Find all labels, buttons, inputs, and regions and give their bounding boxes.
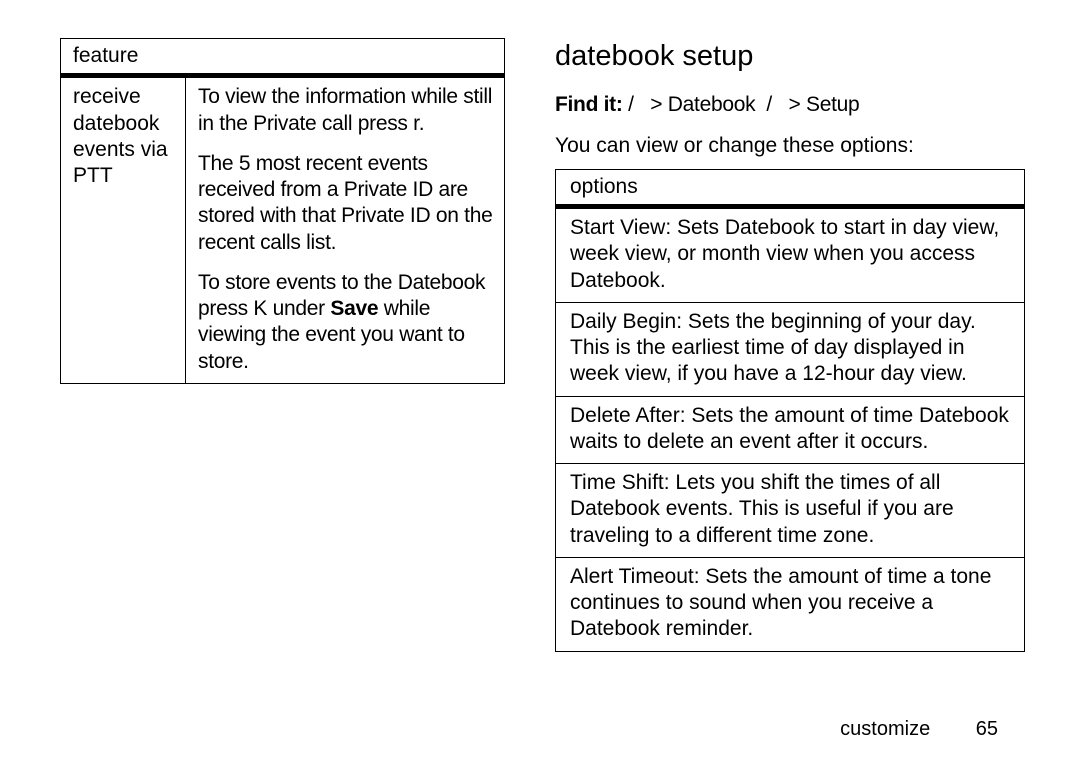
find-sep: > [650, 93, 662, 116]
option-row: Time Shift: Lets you shift the times of … [556, 464, 1025, 558]
options-table-header-row: options [556, 169, 1025, 206]
text: under [267, 297, 330, 320]
feature-table-header: feature [61, 39, 505, 76]
section-title: datebook setup [555, 38, 1025, 74]
option-row: Start View: Sets Datebook to start in da… [556, 207, 1025, 303]
option-cell: Delete After: Sets the amount of time Da… [556, 396, 1025, 464]
feature-desc-cell: To view the information while still in t… [186, 76, 505, 384]
find-item: Setup [806, 93, 859, 116]
find-item: Datebook [668, 93, 756, 116]
page: feature receive datebook events via PTT … [0, 0, 1080, 766]
option-name: Delete After [570, 404, 680, 427]
option-row: Delete After: Sets the amount of time Da… [556, 396, 1025, 464]
option-cell: Daily Begin: Sets the beginning of your … [556, 302, 1025, 396]
option-row: Alert Timeout: Sets the amount of time a… [556, 557, 1025, 651]
options-table-header: options [556, 169, 1025, 206]
find-it-label: Find it: [555, 93, 623, 116]
feature-table-row: receive datebook events via PTT To view … [61, 76, 505, 384]
options-intro: You can view or change these options: [555, 133, 1025, 159]
left-column: feature receive datebook events via PTT … [60, 38, 505, 746]
feature-table: feature receive datebook events via PTT … [60, 38, 505, 384]
footer-section-label: customize [840, 718, 930, 740]
footer-page-number: 65 [976, 718, 998, 740]
option-cell: Alert Timeout: Sets the amount of time a… [556, 557, 1025, 651]
right-column: datebook setup Find it: / > Datebook / >… [555, 38, 1025, 746]
feature-para-2: The 5 most recent events received from a… [198, 151, 494, 256]
option-row: Daily Begin: Sets the beginning of your … [556, 302, 1025, 396]
key-glyph: K [253, 297, 267, 320]
feature-table-header-row: feature [61, 39, 505, 76]
option-name: Daily Begin [570, 310, 676, 333]
feature-para-1: To view the information while still in t… [198, 84, 494, 137]
options-table: options Start View: Sets Datebook to sta… [555, 169, 1025, 652]
feature-name-cell: receive datebook events via PTT [61, 76, 186, 384]
option-cell: Start View: Sets Datebook to start in da… [556, 207, 1025, 303]
feature-para-3: To store events to the Datebook press K … [198, 270, 494, 375]
find-it-path: Find it: / > Datebook / > Setup [555, 92, 1025, 118]
option-cell: Time Shift: Lets you shift the times of … [556, 464, 1025, 558]
find-sep: > [789, 93, 801, 116]
option-name: Alert Timeout [570, 565, 694, 588]
save-label: Save [330, 297, 378, 320]
text: To view the information while still in t… [198, 85, 492, 134]
option-name: Start View [570, 216, 665, 239]
page-footer: customize 65 [840, 717, 998, 742]
text: . [419, 112, 425, 135]
menu-icon: / [766, 93, 772, 116]
option-name: Time Shift [570, 471, 664, 494]
menu-icon: / [628, 93, 634, 116]
